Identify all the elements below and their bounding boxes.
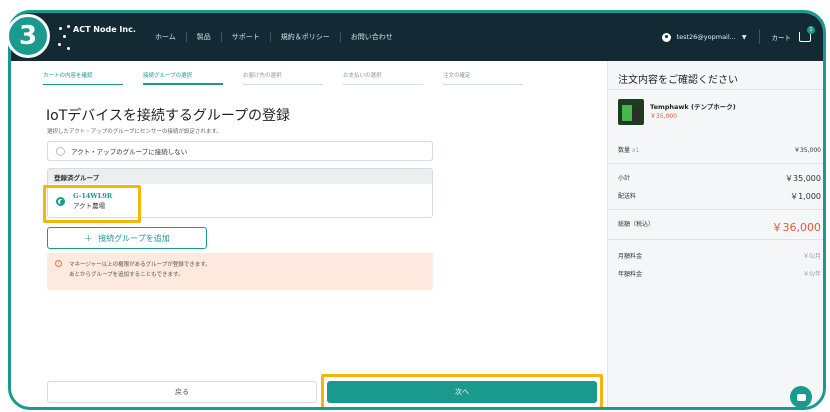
no-group-option[interactable]: アクト・アップのグループに接続しない <box>47 141 433 161</box>
monthly-fee-row: 月額料金 ￥0/月 <box>618 251 821 260</box>
app-window: ACT Node Inc. ホーム 製品 サポート 規約＆ポリシー お問い合わせ… <box>8 10 826 410</box>
group-radio-selected[interactable] <box>56 196 65 206</box>
user-icon <box>661 32 671 42</box>
chevron-down-icon[interactable]: ▼ <box>742 34 747 41</box>
subtotal-value: ￥35,000 <box>785 174 821 183</box>
cart-icon[interactable]: 1 <box>799 26 815 42</box>
shipping-row: 配送料 ￥1,000 <box>618 191 821 202</box>
add-group-label: 接続グループを追加 <box>98 233 170 243</box>
quantity-row: 数量 x1 ￥35,000 <box>618 145 821 154</box>
notice-line-1: マネージャー以上の権限があるグループが登録できます。 <box>69 262 211 268</box>
cart-label[interactable]: カート <box>772 32 792 42</box>
chat-bubble-icon <box>796 393 806 401</box>
group-id: G-14WL9R <box>73 192 113 200</box>
registered-groups-panel: 登録済グループ G-14WL9R アクト農場 <box>47 168 433 218</box>
step-delivery: お届け先の選択 <box>243 71 323 85</box>
checkout-main: カートの内容を確認 接続グループの選択 お届け先の選択 お支払いの選択 注文の確… <box>35 61 605 407</box>
step-payment: お支払いの選択 <box>343 71 423 85</box>
nav-support[interactable]: サポート <box>222 32 271 42</box>
divider <box>608 209 823 210</box>
user-area: test26@yopmail... ▼ カート 1 <box>661 13 815 61</box>
no-group-radio[interactable] <box>56 146 65 156</box>
quantity-value: x1 <box>631 147 640 154</box>
divider <box>608 239 823 240</box>
product-name: Temphawk (テンプホーク) <box>650 103 736 111</box>
nav-contact[interactable]: お問い合わせ <box>341 32 403 42</box>
next-button[interactable]: 次へ <box>327 381 597 403</box>
shipping-value: ￥1,000 <box>790 192 821 201</box>
divider <box>608 89 823 90</box>
monthly-value: ￥0/月 <box>803 253 821 260</box>
divider <box>608 163 823 164</box>
shipping-label: 配送料 <box>618 193 637 200</box>
step-cart[interactable]: カートの内容を確認 <box>43 71 123 85</box>
page-subtitle: 選択したアクト・アップのグループにセンサーの接続が設定されます。 <box>47 129 222 135</box>
add-group-button[interactable]: ＋ 接続グループを追加 <box>47 227 207 249</box>
product-thumbnail <box>618 99 644 125</box>
no-group-label: アクト・アップのグループに接続しない <box>71 148 188 156</box>
total-value: ￥36,000 <box>771 221 822 234</box>
total-label: 総額（税込） <box>618 221 655 228</box>
line-total: ￥35,000 <box>794 147 821 154</box>
notice-line-2: あとからグループを追加することもできます。 <box>69 272 184 278</box>
step-group: 接続グループの選択 <box>143 71 223 85</box>
yearly-fee-row: 年額料金 ￥0/年 <box>618 269 821 278</box>
registered-groups-header: 登録済グループ <box>48 169 432 184</box>
order-summary-panel: 注文内容をご確認ください Temphawk (テンプホーク) ￥35,000 数… <box>607 61 823 407</box>
plus-icon: ＋ <box>84 233 93 243</box>
product-price: ￥35,000 <box>650 113 677 120</box>
total-row: 総額（税込） ￥36,000 <box>618 219 821 235</box>
info-notice: ! マネージャー以上の権限があるグループが登録できます。 あとからグループを追加… <box>47 253 433 290</box>
monthly-label: 月額料金 <box>618 253 643 260</box>
cart-count-badge: 1 <box>807 26 815 34</box>
subtotal-row: 小計 ￥35,000 <box>618 173 821 184</box>
nav-terms[interactable]: 規約＆ポリシー <box>271 32 341 42</box>
yearly-value: ￥0/年 <box>803 271 821 278</box>
user-email-menu[interactable]: test26@yopmail... <box>677 33 736 41</box>
step-confirm: 注文の確定 <box>443 71 523 85</box>
subtotal-label: 小計 <box>618 175 631 182</box>
step-number-badge: 3 <box>6 14 50 58</box>
yearly-label: 年額料金 <box>618 271 643 278</box>
page-title: IoTデバイスを接続するグループの登録 <box>46 108 290 124</box>
brand-logo[interactable]: ACT Node Inc. <box>55 21 136 55</box>
quantity-label: 数量 <box>618 147 631 154</box>
info-icon: ! <box>55 260 62 267</box>
chat-support-button[interactable] <box>790 386 812 408</box>
top-navigation-bar: ACT Node Inc. ホーム 製品 サポート 規約＆ポリシー お問い合わせ… <box>11 13 823 61</box>
nav-home[interactable]: ホーム <box>145 32 187 42</box>
brand-name: ACT Node Inc. <box>73 25 136 34</box>
back-button[interactable]: 戻る <box>47 381 317 403</box>
summary-title: 注文内容をご確認ください <box>618 75 738 86</box>
group-option[interactable]: G-14WL9R アクト農場 <box>48 184 432 217</box>
main-nav: ホーム 製品 サポート 規約＆ポリシー お問い合わせ <box>145 13 403 61</box>
nav-products[interactable]: 製品 <box>187 32 222 42</box>
divider <box>758 30 760 44</box>
checkout-steps: カートの内容を確認 接続グループの選択 お届け先の選択 お支払いの選択 注文の確… <box>43 71 543 85</box>
group-name: アクト農場 <box>73 202 106 210</box>
